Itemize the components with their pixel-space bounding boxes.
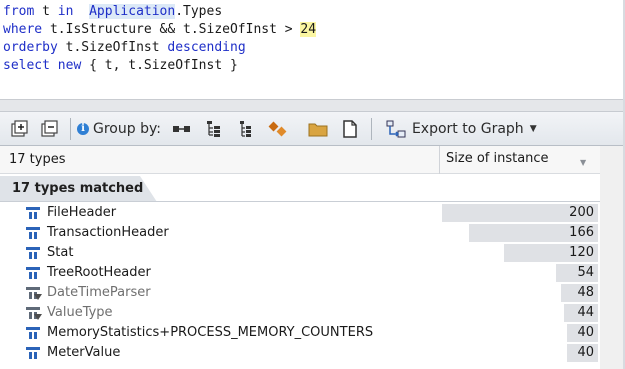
code-token: select	[3, 58, 50, 73]
group-by-member-button[interactable]	[265, 117, 291, 141]
structure-type-icon	[26, 227, 40, 239]
code-token: t.SizeOfInst	[57, 40, 168, 55]
table-row[interactable]: ValueType 44	[0, 303, 600, 323]
size-cell: 120	[440, 243, 600, 263]
size-value: 54	[577, 265, 594, 280]
structure-type-icon	[26, 267, 40, 279]
group-by-label: Group by:	[93, 120, 161, 137]
collapse-all-icon	[41, 119, 58, 137]
table-row[interactable]: Stat 120	[0, 243, 600, 263]
table-row[interactable]: TransactionHeader 166	[0, 223, 600, 243]
size-cell: 200	[440, 203, 600, 223]
results-rows: FileHeader 200 TransactionHeader 166 Stat 120…	[0, 203, 600, 363]
code-token: Application	[89, 4, 176, 19]
size-cell: 44	[440, 303, 600, 323]
group-by-assembly-button[interactable]	[169, 117, 195, 141]
structure-type-icon	[26, 247, 40, 259]
size-cell: 48	[440, 283, 600, 303]
type-name[interactable]: TransactionHeader	[47, 225, 169, 240]
export-to-graph-button[interactable]: Export to Graph ▼	[386, 120, 537, 138]
code-token: t	[34, 4, 58, 19]
structure-type-icon	[26, 347, 40, 359]
type-name[interactable]: ValueType	[47, 305, 113, 320]
code-token: .Types	[175, 4, 223, 19]
query-editor[interactable]: from t in Application.Types where t.IsStr…	[0, 0, 625, 100]
size-cell: 40	[440, 343, 600, 363]
folder-icon	[308, 123, 328, 136]
type-name[interactable]: MemoryStatistics+PROCESS_MEMORY_COUNTERS	[47, 325, 373, 340]
structure-type-icon	[26, 327, 40, 339]
code-token: { t, t.SizeOfInst }	[81, 58, 238, 73]
third-party-overlay-icon	[34, 314, 42, 320]
results-grid-header: 17 types Size of instance ▼	[0, 146, 600, 174]
type-name[interactable]: MeterValue	[47, 345, 120, 360]
column-divider[interactable]	[439, 146, 440, 174]
code-token: 24	[300, 22, 317, 37]
group-by-type-icon	[239, 120, 251, 137]
table-row[interactable]: FileHeader 200	[0, 203, 600, 223]
code-line[interactable]: where t.IsStructure && t.SizeOfInst > 24	[3, 21, 317, 39]
document-icon	[343, 119, 357, 138]
size-cell: 54	[440, 263, 600, 283]
query-code[interactable]: from t in Application.Types where t.IsStr…	[3, 3, 317, 75]
sort-descending-icon: ▼	[580, 158, 587, 167]
table-row[interactable]: DateTimeParser 48	[0, 283, 600, 303]
column-header-size[interactable]: Size of instance	[446, 151, 549, 166]
table-row[interactable]: TreeRootHeader 54	[0, 263, 600, 283]
size-value: 120	[569, 245, 594, 260]
type-name[interactable]: Stat	[47, 245, 73, 260]
structure-type-icon	[26, 207, 40, 219]
code-token: in	[57, 4, 74, 19]
folder-button[interactable]	[305, 117, 331, 141]
results-toolbar: i Group by: Export to Graph ▼	[0, 112, 625, 146]
code-line[interactable]: select new { t, t.SizeOfInst }	[3, 57, 316, 75]
info-icon[interactable]: i	[77, 122, 89, 135]
group-header-row[interactable]: 17 types matched	[0, 174, 600, 202]
code-token: t.IsStructure && t.SizeOfInst >	[42, 22, 301, 37]
export-graph-icon	[386, 120, 406, 137]
size-value: 200	[569, 205, 594, 220]
expand-all-icon	[11, 119, 28, 137]
group-header-label: 17 types matched	[0, 176, 157, 202]
size-value: 40	[577, 325, 594, 340]
chevron-down-icon[interactable]: ▼	[530, 124, 537, 134]
code-token: descending	[167, 40, 246, 55]
code-token: new	[57, 58, 82, 73]
expand-all-button[interactable]	[8, 117, 32, 141]
size-value: 40	[577, 345, 594, 360]
type-name[interactable]: TreeRootHeader	[47, 265, 151, 280]
table-row[interactable]: MeterValue 40	[0, 343, 600, 363]
group-by-namespace-icon	[206, 120, 220, 137]
group-by-member-icon	[268, 121, 287, 136]
code-token: from	[3, 4, 35, 19]
toolbar-separator	[370, 117, 372, 140]
code-line[interactable]: orderby t.SizeOfInst descending	[3, 39, 316, 57]
type-name[interactable]: FileHeader	[47, 205, 116, 220]
group-by-namespace-button[interactable]	[201, 117, 227, 141]
toolbar-separator	[70, 117, 71, 140]
table-row[interactable]: MemoryStatistics+PROCESS_MEMORY_COUNTERS…	[0, 323, 600, 343]
third-party-overlay-icon	[34, 294, 42, 300]
code-token: where	[3, 22, 43, 37]
code-token: orderby	[3, 40, 58, 55]
vertical-scrollbar[interactable]	[600, 146, 625, 369]
column-header-types[interactable]: 17 types	[9, 152, 66, 167]
size-value: 48	[577, 285, 594, 300]
code-line[interactable]: from t in Application.Types	[3, 3, 316, 21]
type-name[interactable]: DateTimeParser	[47, 285, 151, 300]
size-value: 44	[577, 305, 594, 320]
collapse-all-button[interactable]	[38, 117, 62, 141]
size-value: 166	[569, 225, 594, 240]
document-button[interactable]	[337, 117, 363, 141]
editor-splitter[interactable]	[0, 100, 625, 112]
size-cell: 40	[440, 323, 600, 343]
export-label: Export to Graph	[411, 120, 524, 137]
group-by-type-button[interactable]	[233, 117, 259, 141]
size-cell: 166	[440, 223, 600, 243]
group-divider	[0, 201, 600, 202]
group-by-assembly-icon	[172, 125, 190, 132]
